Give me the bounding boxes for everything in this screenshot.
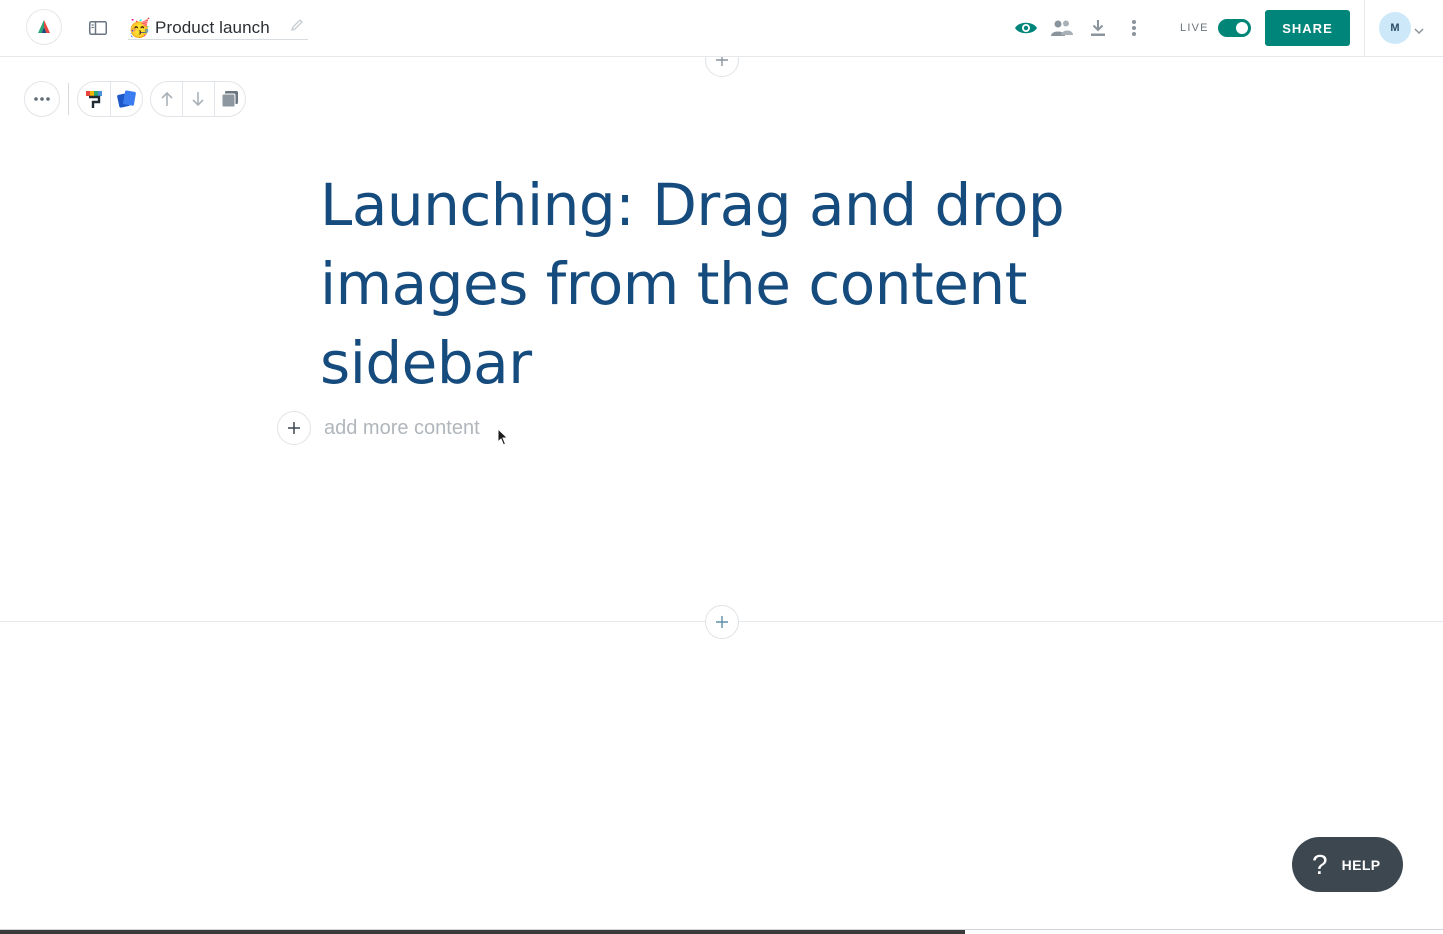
add-section-below-button[interactable] <box>705 605 739 639</box>
document-title[interactable]: Product launch <box>155 18 270 38</box>
more-icon[interactable] <box>24 81 60 117</box>
block-headline[interactable]: Launching: Drag and drop images from the… <box>320 166 1120 403</box>
app-logo-icon[interactable] <box>26 9 62 45</box>
people-icon[interactable] <box>1050 16 1074 40</box>
document-title-field[interactable]: 🥳 Product launch <box>128 16 308 40</box>
toolbar-divider <box>68 83 69 115</box>
add-content-button[interactable] <box>277 411 311 445</box>
avatar[interactable]: M <box>1379 12 1411 44</box>
header-overlap-mask <box>690 43 754 57</box>
more-vertical-icon[interactable] <box>1122 16 1146 40</box>
move-up-icon[interactable] <box>151 82 182 116</box>
help-label: HELP <box>1341 856 1381 873</box>
download-icon[interactable] <box>1086 16 1110 40</box>
header-divider <box>1364 0 1365 57</box>
document-emoji[interactable]: 🥳 <box>128 17 150 39</box>
help-button[interactable]: ? HELP <box>1292 837 1403 892</box>
chevron-down-icon[interactable] <box>1414 22 1424 40</box>
pencil-icon[interactable] <box>290 18 304 37</box>
add-more-content-placeholder[interactable]: add more content <box>324 417 480 440</box>
arrange-tool-group <box>150 81 246 117</box>
style-tool-group <box>77 81 143 117</box>
share-button[interactable]: SHARE <box>1265 10 1350 46</box>
cards-icon[interactable] <box>110 82 142 116</box>
sidebar-toggle-icon[interactable] <box>87 18 109 38</box>
mouse-cursor-icon <box>497 427 509 451</box>
duplicate-icon[interactable] <box>213 82 245 116</box>
move-down-icon[interactable] <box>182 82 213 116</box>
style-icon[interactable] <box>78 82 110 116</box>
eye-icon[interactable] <box>1014 16 1038 40</box>
question-icon: ? <box>1312 848 1328 880</box>
bottom-edge-dark <box>0 930 965 934</box>
live-toggle[interactable] <box>1218 19 1251 37</box>
live-label: LIVE <box>1180 22 1209 34</box>
toggle-knob <box>1236 22 1248 34</box>
